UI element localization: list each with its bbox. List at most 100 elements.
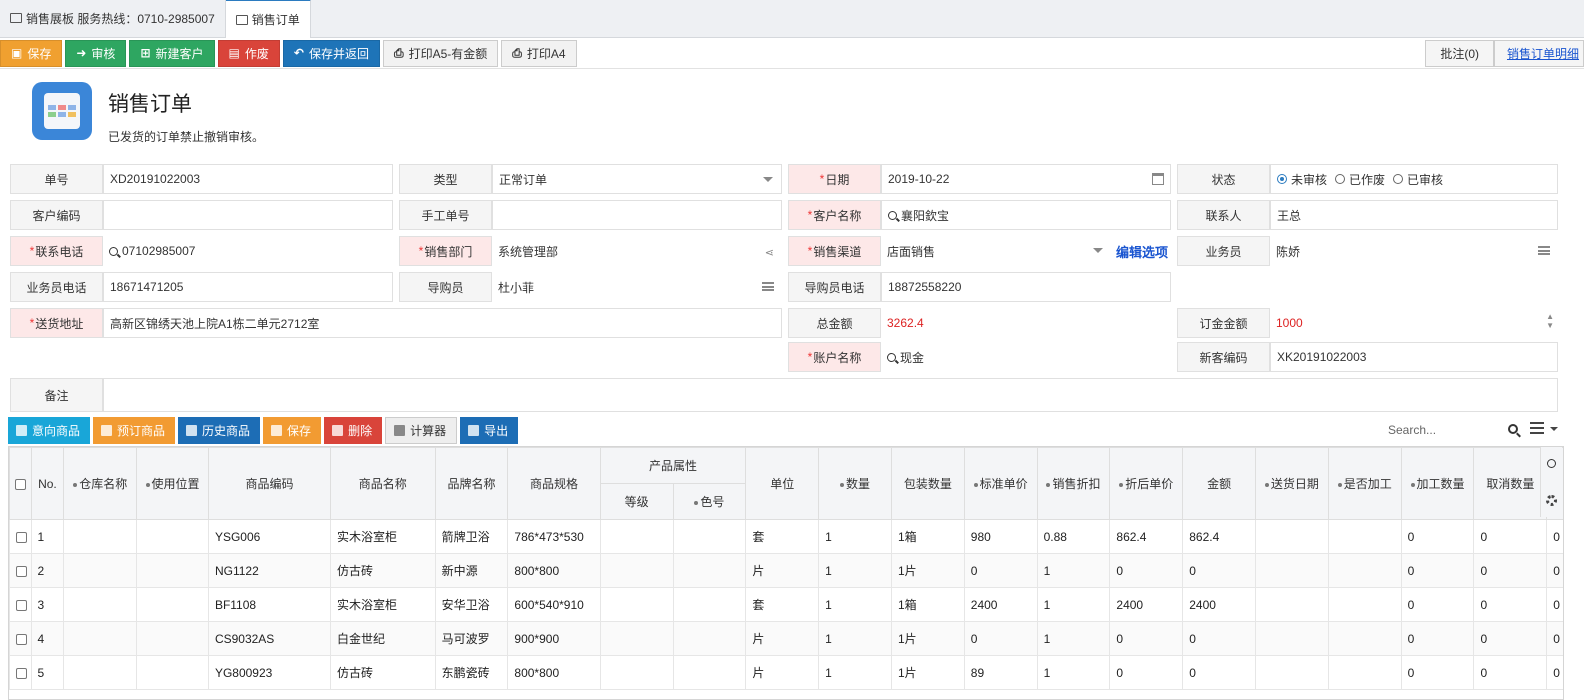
table-cell[interactable]: 1 (818, 621, 892, 656)
history-goods-button[interactable]: 历史商品 (178, 417, 261, 444)
table-cell[interactable]: 仿古砖 (329, 553, 436, 588)
date-field[interactable]: 2019-10-22 (881, 164, 1171, 194)
edit-options-link[interactable]: 编辑选项 (1116, 236, 1168, 266)
table-cell[interactable]: 0 (1473, 519, 1548, 554)
row-checkbox[interactable] (9, 587, 32, 622)
table-cell[interactable]: 0 (1400, 587, 1475, 622)
table-cell[interactable]: 0 (1109, 621, 1184, 656)
table-cell[interactable]: 1片 (890, 553, 965, 588)
table-cell[interactable]: 马可波罗 (434, 621, 509, 656)
table-cell[interactable] (599, 655, 674, 690)
intent-goods-button[interactable]: 意向商品 (8, 417, 91, 444)
table-cell[interactable] (672, 587, 747, 622)
table-cell[interactable] (136, 553, 209, 588)
table-cell[interactable]: 0 (1109, 655, 1184, 690)
table-cell[interactable]: 1 (1036, 553, 1111, 588)
row-checkbox[interactable] (9, 621, 32, 656)
table-cell[interactable]: 0 (1473, 553, 1548, 588)
chevron-down-icon[interactable] (1550, 427, 1558, 431)
table-cell[interactable] (63, 553, 138, 588)
table-cell[interactable]: 套 (745, 587, 820, 622)
new-cust-code-field[interactable]: XK20191022003 (1270, 342, 1558, 372)
table-cell[interactable]: 实木浴室柜 (329, 519, 436, 554)
search-icon[interactable] (1547, 459, 1556, 468)
table-cell[interactable] (1255, 621, 1329, 656)
table-cell[interactable] (1327, 655, 1402, 690)
table-cell[interactable]: 2400 (1109, 587, 1184, 622)
print-a5-button[interactable]: ⎙ 打印A5-有金额 (382, 39, 499, 67)
col-unit[interactable]: 单位 (745, 447, 820, 520)
table-cell[interactable] (672, 553, 747, 588)
table-cell[interactable]: 实木浴室柜 (329, 587, 436, 622)
remark-field[interactable] (103, 378, 1558, 412)
print-a4-button[interactable]: ⎙ 打印A4 (501, 39, 577, 67)
col-color[interactable]: 色号 (672, 483, 747, 520)
list-icon[interactable] (762, 282, 774, 291)
table-cell[interactable]: 片 (745, 553, 820, 588)
table-row[interactable]: 5 YG800923 仿古砖 东鹏瓷砖 800*800 片 1 1片 89 1 0 0 0 0 0 (9, 655, 1563, 690)
table-cell[interactable] (136, 587, 209, 622)
table-cell[interactable]: 1 (30, 519, 65, 554)
table-cell[interactable]: 2400 (1182, 587, 1257, 622)
table-cell[interactable]: 仿古砖 (329, 655, 436, 690)
table-cell[interactable]: 1 (1036, 655, 1111, 690)
account-field[interactable]: 现金 (881, 342, 1171, 372)
column-list-icon[interactable] (1530, 422, 1544, 434)
table-cell[interactable] (672, 621, 747, 656)
table-row[interactable]: 2 NG1122 仿古砖 新中源 800*800 片 1 1片 0 1 0 0 0 0 0 (9, 553, 1563, 588)
address-field[interactable]: 高新区锦绣天池上院A1栋二单元2712室 (103, 308, 782, 338)
table-cell[interactable] (1327, 587, 1402, 622)
table-cell[interactable] (1327, 621, 1402, 656)
grid-search-input[interactable]: Search... (1388, 418, 1524, 442)
table-cell[interactable] (1255, 655, 1329, 690)
calculator-button[interactable]: 计算器 (385, 417, 458, 444)
calendar-icon[interactable] (1152, 173, 1164, 185)
col-goods-code[interactable]: 商品编码 (207, 447, 331, 520)
table-cell[interactable]: 89 (963, 655, 1038, 690)
table-cell[interactable]: YSG006 (207, 519, 331, 554)
table-cell[interactable] (63, 519, 138, 554)
table-cell[interactable] (599, 553, 674, 588)
table-cell[interactable]: 2 (30, 553, 65, 588)
col-no[interactable]: No. (30, 447, 65, 520)
table-cell[interactable]: 0 (1182, 553, 1257, 588)
table-cell[interactable]: 0 (1109, 553, 1184, 588)
table-cell[interactable]: 0 (1546, 587, 1563, 622)
table-cell[interactable] (63, 621, 138, 656)
table-cell[interactable]: 0 (1400, 553, 1475, 588)
table-cell[interactable]: 0 (1546, 553, 1563, 588)
col-delivery-date[interactable]: 送货日期 (1255, 447, 1329, 520)
table-cell[interactable]: 套 (745, 519, 820, 554)
contact-field[interactable]: 王总 (1270, 200, 1558, 230)
cust-name-field[interactable]: 襄阳欽宝 (881, 200, 1171, 230)
table-cell[interactable]: 1箱 (890, 519, 965, 554)
table-cell[interactable]: 片 (745, 621, 820, 656)
table-cell[interactable] (1255, 587, 1329, 622)
search-icon[interactable] (1508, 424, 1518, 434)
table-cell[interactable] (672, 655, 747, 690)
table-cell[interactable]: 862.4 (1109, 519, 1184, 554)
table-cell[interactable]: 5 (30, 655, 65, 690)
table-row[interactable]: 3 BF1108 实木浴室柜 安华卫浴 600*540*910 套 1 1箱 2400 1 2400… (9, 587, 1563, 622)
notes-button[interactable]: 批注(0) (1425, 40, 1494, 67)
table-cell[interactable]: 东鹏瓷砖 (434, 655, 509, 690)
spinner-icon[interactable]: ▲ ▼ (1546, 312, 1554, 330)
table-cell[interactable] (599, 621, 674, 656)
table-cell[interactable]: 0 (1546, 621, 1563, 656)
save-return-button[interactable]: ↶ 保存并返回 (282, 39, 380, 67)
table-cell[interactable]: CS9032AS (207, 621, 331, 656)
table-cell[interactable]: 862.4 (1182, 519, 1257, 554)
export-button[interactable]: 导出 (460, 417, 519, 444)
table-cell[interactable]: 980 (963, 519, 1038, 554)
type-select[interactable]: 正常订单 (492, 164, 782, 194)
table-cell[interactable] (1255, 553, 1329, 588)
col-std-price[interactable]: 标准单价 (963, 447, 1038, 520)
table-cell[interactable]: 0 (1473, 621, 1548, 656)
table-cell[interactable]: 0 (1182, 621, 1257, 656)
sales-order-detail-link[interactable]: 销售订单明细 (1493, 40, 1584, 67)
table-cell[interactable]: 箭牌卫浴 (434, 519, 509, 554)
table-cell[interactable]: 786*473*530 (507, 519, 601, 554)
table-cell[interactable]: 0 (1473, 655, 1548, 690)
table-cell[interactable]: 2400 (963, 587, 1038, 622)
table-cell[interactable]: 0.88 (1036, 519, 1111, 554)
